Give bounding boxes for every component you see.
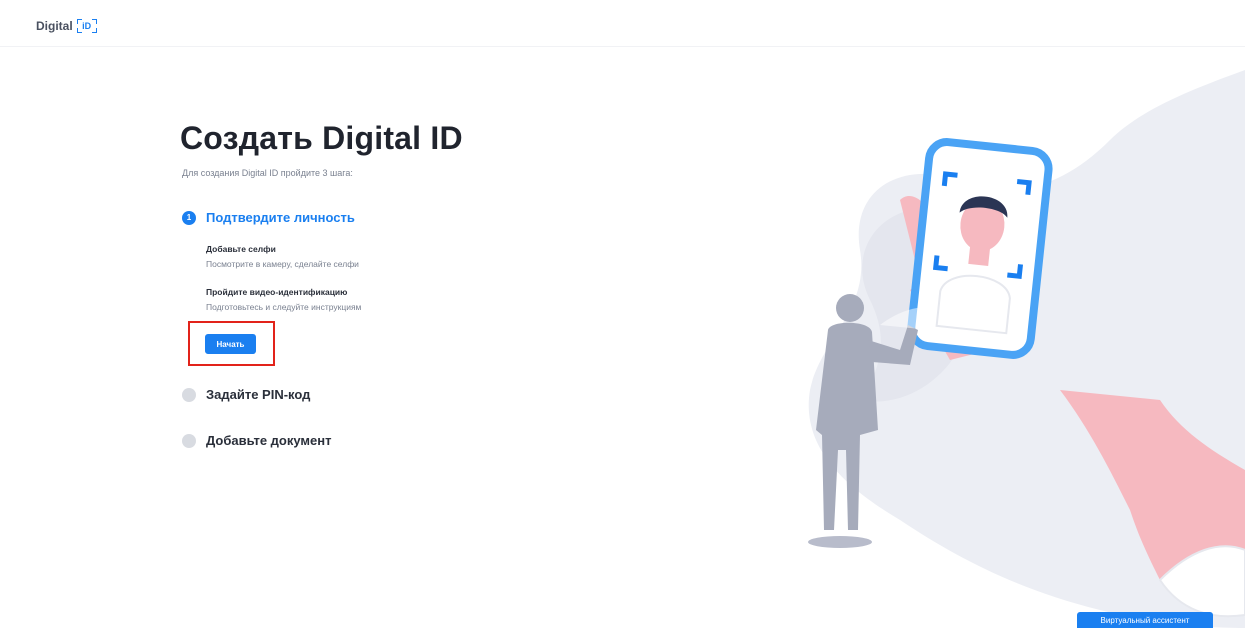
selfie-illustration [808,70,1245,628]
step-number-inactive-icon [182,433,196,448]
top-header: Digital iD [0,0,1245,47]
substep-description: Подготовьтесь и следуйте инструкциям [206,302,362,312]
logo-text: Digital [36,19,73,33]
step-number-active-icon: 1 [182,210,196,225]
start-button[interactable]: Начать [205,334,256,354]
substep-video-identification: Пройдите видео-идентификацию Подготовьте… [206,287,361,312]
substep-selfie: Добавьте селфи Посмотрите в камеру, сдел… [206,244,359,269]
step-label: Задайте PIN-код [206,387,311,402]
substep-title: Добавьте селфи [206,244,276,254]
step-add-document: Добавьте документ [182,433,332,448]
step-set-pin: Задайте PIN-код [182,387,310,402]
step-number-inactive-icon [182,387,196,402]
substep-title: Пройдите видео-идентификацию [206,287,348,297]
digital-id-logo[interactable]: Digital iD [36,18,98,34]
page-title: Создать Digital ID [180,120,463,156]
step-label: Подтвердите личность [206,210,355,225]
step-label: Добавьте документ [206,433,332,448]
step-confirm-identity: 1 Подтвердите личность [182,210,355,225]
virtual-assistant-button[interactable]: Виртуальный ассистент [1077,612,1213,628]
page-subtitle: Для создания Digital ID пройдите 3 шага: [182,168,353,178]
substep-description: Посмотрите в камеру, сделайте селфи [206,259,359,269]
id-logo-icon: iD [76,18,98,34]
logo-mark-text: iD [82,21,92,31]
